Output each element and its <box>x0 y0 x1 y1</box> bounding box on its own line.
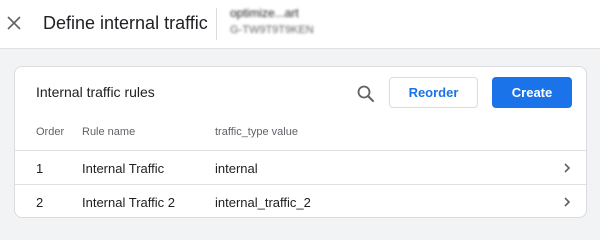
property-name: optimize...art <box>230 6 299 20</box>
header-divider <box>216 8 217 40</box>
column-header-traffic-type-value: traffic_type value <box>215 126 298 138</box>
row-rule-name: Internal Traffic 2 <box>82 195 175 210</box>
close-icon[interactable] <box>4 13 24 33</box>
reorder-button[interactable]: Reorder <box>389 77 478 108</box>
card-title: Internal traffic rules <box>36 84 155 100</box>
row-order: 1 <box>36 161 44 176</box>
page-title: Define internal traffic <box>43 13 208 33</box>
property-id: G-TW9T9T9KEN <box>230 24 314 36</box>
row-rule-name: Internal Traffic <box>82 161 165 176</box>
internal-traffic-rules-card: Internal traffic rules Reorder Create Or… <box>14 66 587 218</box>
chevron-right-icon[interactable] <box>560 161 574 175</box>
row-traffic-type-value: internal <box>215 161 258 176</box>
create-button[interactable]: Create <box>492 77 572 108</box>
table-row[interactable]: 1 Internal Traffic internal <box>15 150 586 184</box>
column-header-rule-name: Rule name <box>82 126 136 138</box>
chevron-right-icon[interactable] <box>560 195 574 209</box>
search-icon[interactable] <box>355 83 377 105</box>
top-bar: Define internal traffic optimize...art G… <box>0 0 600 49</box>
table-row[interactable]: 2 Internal Traffic 2 internal_traffic_2 <box>15 184 586 217</box>
row-order: 2 <box>36 195 44 210</box>
column-header-order: Order <box>36 126 65 138</box>
row-traffic-type-value: internal_traffic_2 <box>215 195 311 210</box>
